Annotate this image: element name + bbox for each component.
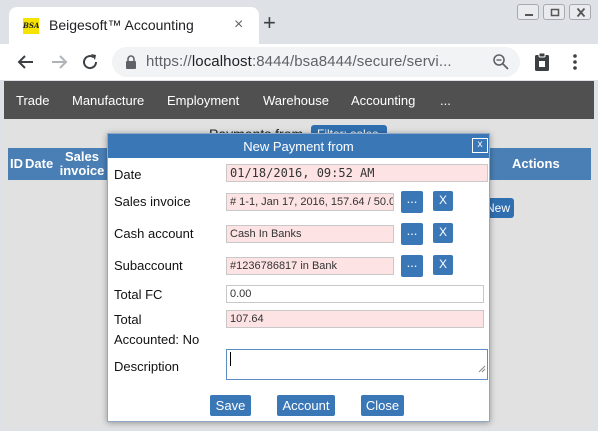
total-fc-field[interactable]: 0.00 — [226, 285, 484, 303]
text-caret — [230, 352, 231, 366]
column-header-id: ID — [10, 156, 23, 171]
favicon-icon: BSA — [23, 18, 39, 34]
dialog-close-button[interactable]: x — [472, 138, 488, 153]
tab-title: Beigesoft™ Accounting — [49, 17, 194, 33]
browser-tab[interactable]: BSA Beigesoft™ Accounting × — [9, 7, 259, 44]
window-close-icon[interactable] — [569, 4, 591, 20]
dialog-title: New Payment from — [243, 139, 354, 154]
reload-icon[interactable] — [78, 50, 102, 74]
close-button[interactable]: Close — [361, 395, 404, 416]
maximize-icon[interactable] — [543, 4, 565, 20]
total-fc-label: Total FC — [114, 287, 163, 302]
column-header-date: Date — [25, 156, 54, 171]
subaccount-label: Subaccount — [114, 258, 183, 273]
url-scheme: https:// — [146, 53, 192, 70]
url-host: localhost — [191, 53, 252, 70]
nav-item-trade[interactable]: Trade — [16, 93, 49, 108]
column-header-sales-invoice: Sales invoice — [59, 149, 105, 178]
description-label: Description — [114, 359, 180, 374]
browser-window: BSA Beigesoft™ Accounting × + https://lo… — [0, 0, 598, 431]
new-payment-dialog: New Payment from x Date 01/18/2016, 09:5… — [107, 133, 490, 422]
accounted-status: Accounted: No — [114, 332, 200, 347]
dialog-header: New Payment from x — [108, 134, 489, 158]
kebab-menu-icon[interactable] — [563, 50, 587, 74]
total-label: Total — [114, 312, 142, 327]
zoom-icon[interactable] — [492, 53, 510, 76]
date-field[interactable]: 01/18/2016, 09:52 AM — [226, 164, 488, 182]
forward-arrow-icon[interactable] — [47, 50, 71, 74]
nav-item-manufacture[interactable]: Manufacture — [72, 93, 144, 108]
description-textarea[interactable] — [226, 349, 488, 380]
clipboard-icon[interactable] — [530, 50, 554, 74]
back-arrow-icon[interactable] — [14, 50, 38, 74]
url-text[interactable]: https://localhost:8444/bsa8444/secure/se… — [146, 53, 476, 70]
minimize-icon[interactable] — [517, 4, 539, 20]
sales-invoice-label: Sales invoice — [114, 194, 191, 209]
nav-item-employment[interactable]: Employment — [167, 93, 239, 108]
cash-account-clear-button[interactable]: X — [433, 223, 453, 243]
resize-handle-icon[interactable] — [478, 360, 486, 378]
lock-icon[interactable] — [124, 54, 138, 75]
total-field[interactable]: 107.64 — [226, 310, 484, 328]
nav-item-warehouse[interactable]: Warehouse — [263, 93, 329, 108]
subaccount-picker-button[interactable]: ... — [401, 255, 423, 277]
subaccount-clear-button[interactable]: X — [433, 255, 453, 275]
cash-account-field[interactable]: Cash In Banks — [226, 225, 394, 243]
column-header-actions: Actions — [512, 156, 560, 171]
sales-invoice-field[interactable]: # 1-1, Jan 17, 2016, 157.64 / 50.0 — [226, 193, 394, 211]
nav-item-accounting[interactable]: Accounting — [351, 93, 415, 108]
address-bar[interactable]: https://localhost:8444/bsa8444/secure/se… — [112, 47, 520, 77]
new-tab-icon[interactable]: + — [263, 12, 276, 34]
sales-invoice-clear-button[interactable]: X — [433, 191, 453, 211]
cash-account-label: Cash account — [114, 226, 194, 241]
subaccount-field[interactable]: #1236786817 in Bank — [226, 257, 394, 275]
account-button[interactable]: Account — [277, 395, 335, 416]
tab-strip: BSA Beigesoft™ Accounting × + — [0, 0, 598, 44]
nav-item-more[interactable]: ... — [440, 93, 451, 108]
tab-close-icon[interactable]: × — [234, 15, 243, 35]
url-path: :8444/bsa8444/secure/servi... — [251, 53, 452, 70]
cash-account-picker-button[interactable]: ... — [401, 223, 423, 245]
date-label: Date — [114, 167, 142, 182]
save-button[interactable]: Save — [210, 395, 251, 416]
browser-toolbar: https://localhost:8444/bsa8444/secure/se… — [0, 44, 598, 80]
app-nav-bar: Trade Manufacture Employment Warehouse A… — [4, 81, 594, 119]
sales-invoice-picker-button[interactable]: ... — [401, 191, 423, 213]
